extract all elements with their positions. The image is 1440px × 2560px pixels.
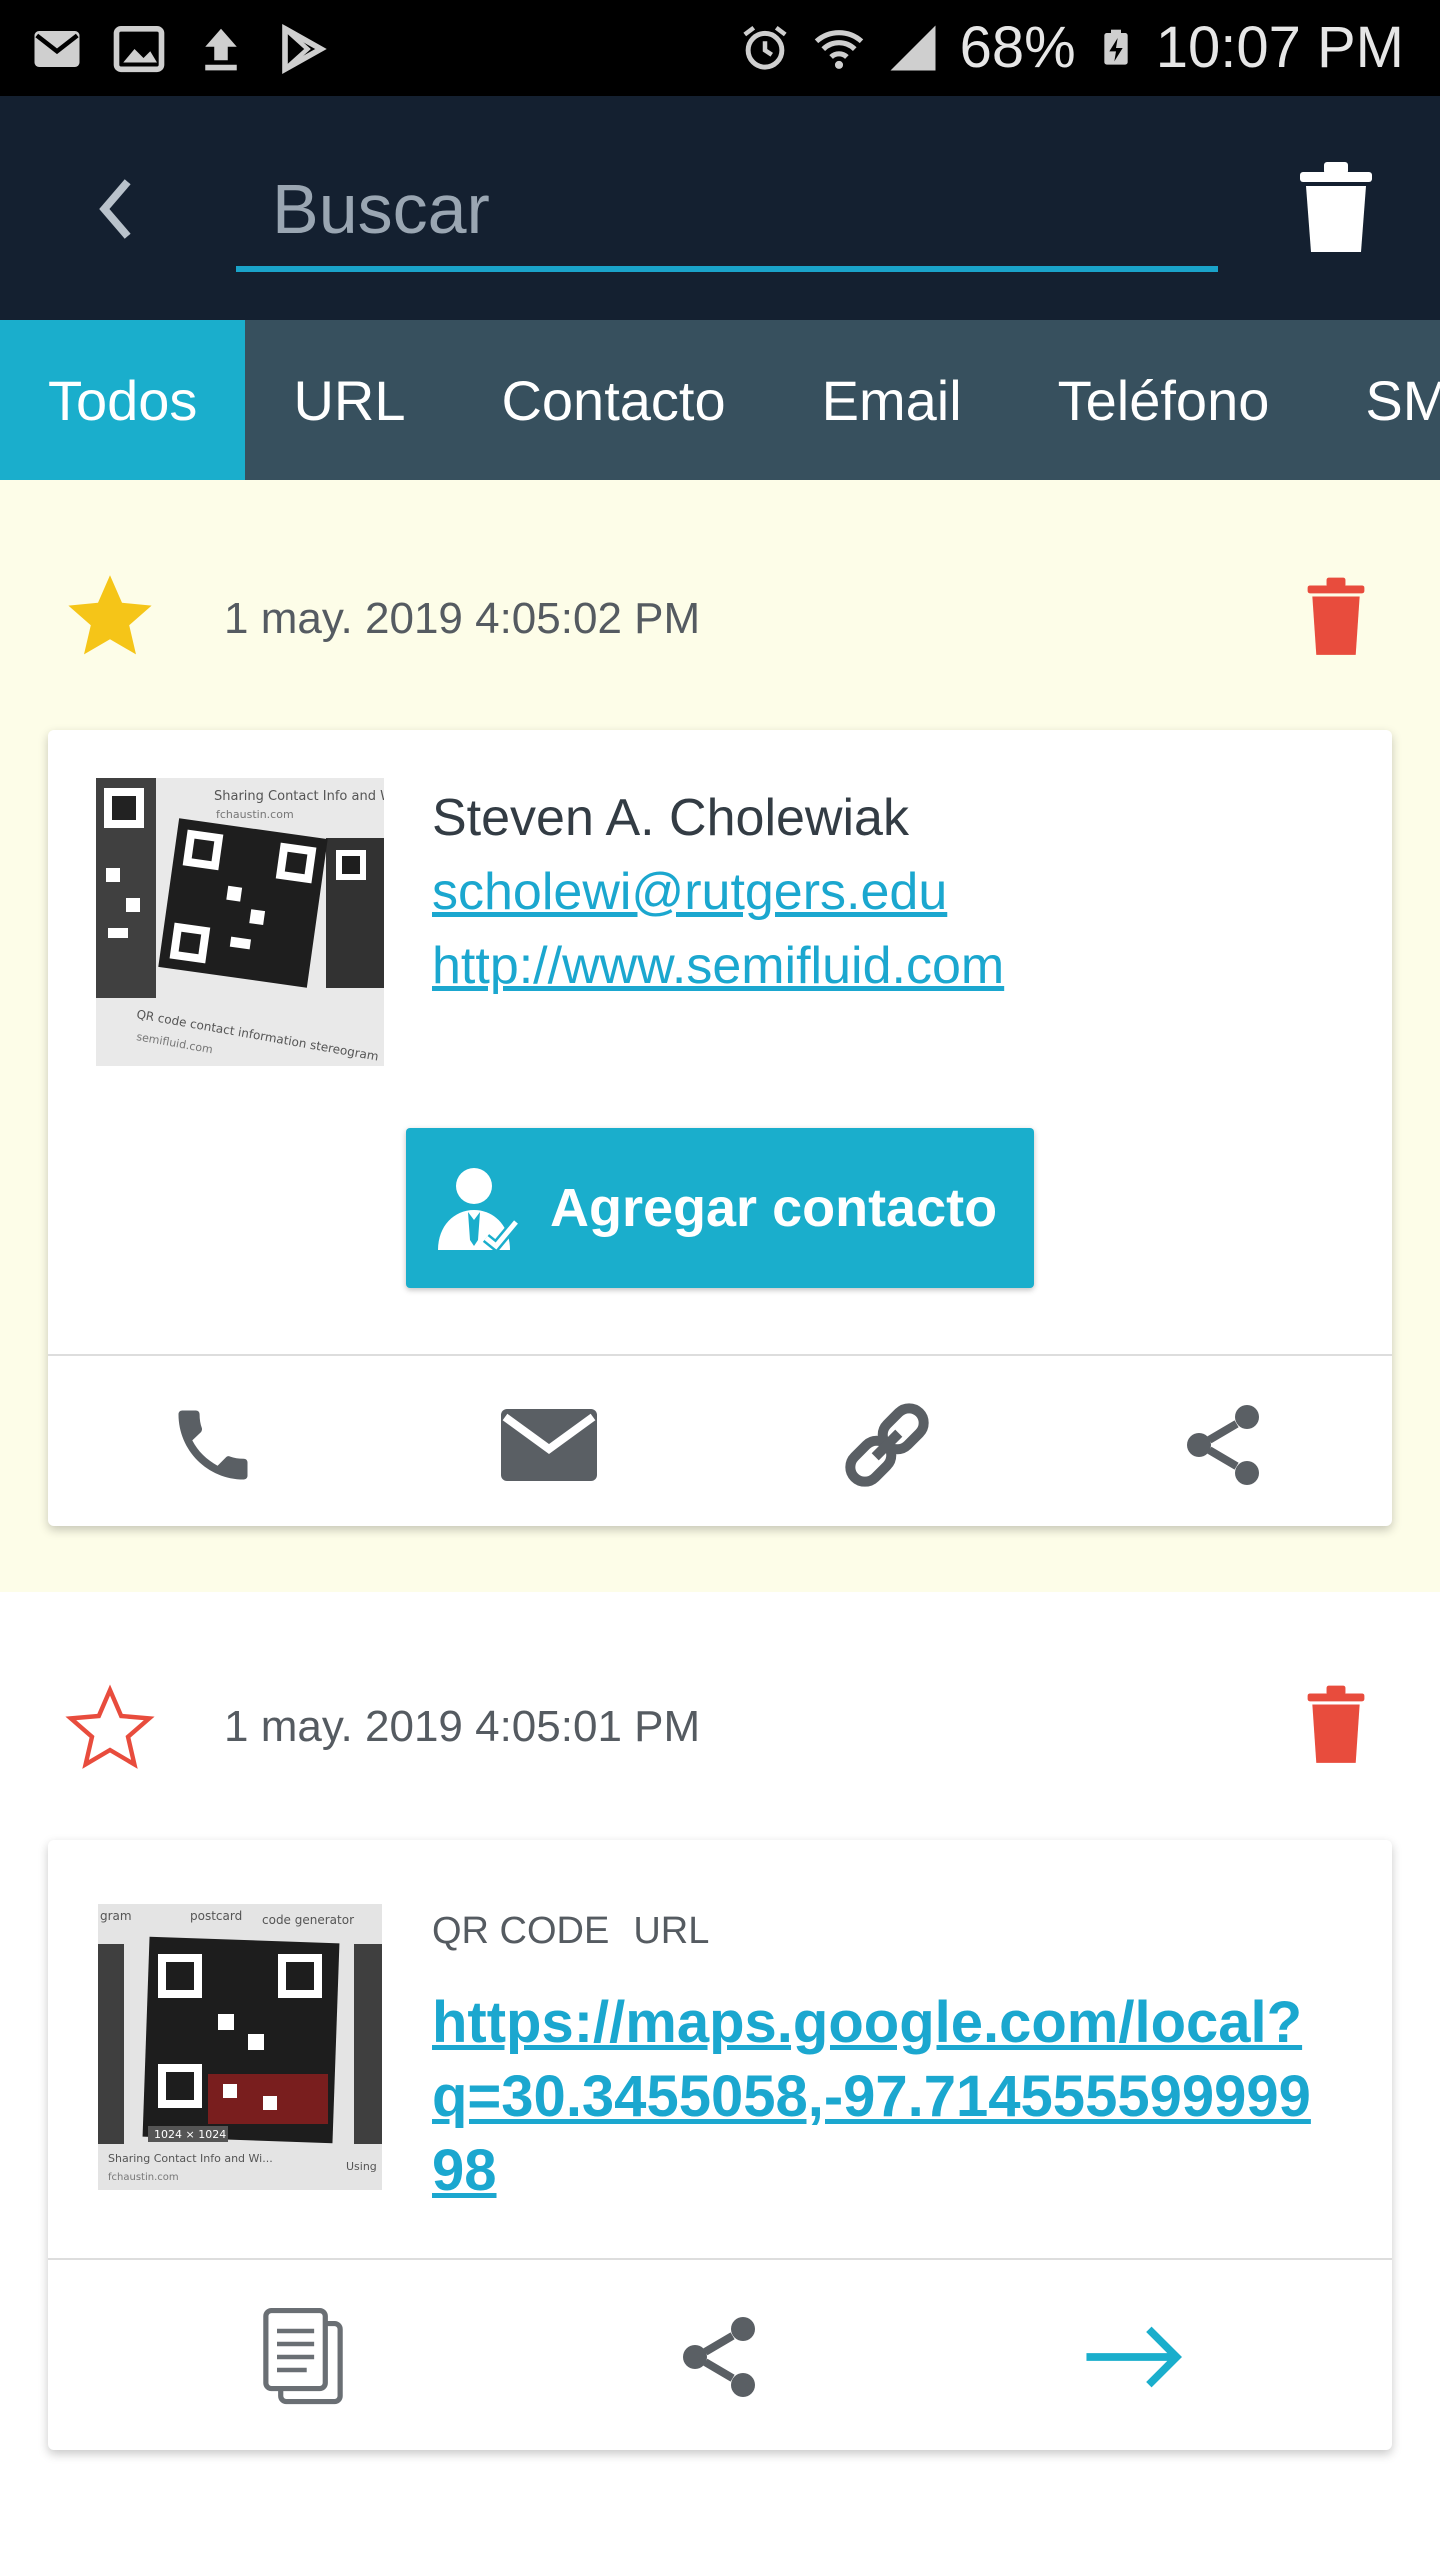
share-button[interactable] <box>1158 1390 1288 1500</box>
clock: 10:07 PM <box>1155 15 1404 80</box>
code-type-label: QR CODE <box>432 1910 610 1952</box>
content-format-label: URL <box>633 1910 710 1952</box>
qr-photo: gram postcard code generator 1024 × 1024… <box>98 1904 382 2190</box>
wifi-icon <box>814 30 863 69</box>
link-icon <box>845 1403 929 1487</box>
tab-sms[interactable]: SMS <box>1317 320 1440 480</box>
tab-todos[interactable]: Todos <box>0 320 246 480</box>
card-divider <box>48 2258 1392 2260</box>
gallery-icon <box>113 25 165 73</box>
qr-thumbnail[interactable]: gram postcard code generator 1024 × 1024… <box>98 1904 382 2190</box>
add-contact-button[interactable]: Agregar contacto <box>406 1128 1034 1288</box>
url-card: gram postcard code generator 1024 × 1024… <box>48 1840 1392 2450</box>
thumb-caption-size: 1024 × 1024 <box>154 2128 226 2141</box>
phone-icon <box>178 1410 248 1480</box>
send-email-button[interactable] <box>484 1390 614 1500</box>
entry-timestamp: 1 may. 2019 4:05:02 PM <box>224 594 701 643</box>
thumb-caption-right2: Using <box>346 2160 377 2173</box>
tab-contacto[interactable]: Contacto <box>453 320 773 480</box>
thumb-caption-bottom: Sharing Contact Info and Wi... <box>108 2152 273 2165</box>
favorite-star-outline-icon[interactable] <box>60 1680 160 1776</box>
history-entry-contact: 1 may. 2019 4:05:02 PM Sharing Contact I… <box>0 480 1440 1592</box>
upload-icon <box>205 28 237 71</box>
add-contact-label: Agregar contacto <box>550 1178 998 1238</box>
system-status: 68% 10:07 PM <box>738 14 1404 82</box>
copy-button[interactable] <box>238 2292 368 2422</box>
url-link[interactable]: https://maps.google.com/local?q=30.34550… <box>432 1986 1332 2208</box>
contact-email-link[interactable]: scholewi@rutgers.edu <box>432 862 947 922</box>
gmail-icon <box>34 31 80 67</box>
search-field <box>236 152 1218 272</box>
status-bar: 68% 10:07 PM <box>0 0 1440 96</box>
qr-photo: Sharing Contact Info and Wi fchaustin.co… <box>96 778 384 1066</box>
alarm-icon <box>743 25 787 70</box>
email-icon <box>501 1409 597 1481</box>
tab-email[interactable]: Email <box>774 320 1010 480</box>
chevron-left-icon <box>99 179 131 239</box>
thumb-caption-top: Sharing Contact Info and Wi <box>214 789 384 804</box>
play-store-icon <box>282 23 327 75</box>
share-button[interactable] <box>654 2292 784 2422</box>
copy-icon <box>263 2307 343 2405</box>
qr-thumbnail[interactable]: Sharing Contact Info and Wi fchaustin.co… <box>96 778 384 1066</box>
open-link-button[interactable] <box>822 1390 952 1500</box>
tab-url[interactable]: URL <box>245 320 453 480</box>
back-button[interactable] <box>80 154 152 264</box>
history-entry-url: 1 may. 2019 4:05:01 PM gram postcard cod… <box>0 1592 1440 2560</box>
open-arrow-icon <box>1086 2326 1182 2388</box>
notification-icons <box>30 22 330 76</box>
delete-entry-button[interactable] <box>1304 576 1368 658</box>
search-input[interactable] <box>236 152 1218 266</box>
thumb-caption-right: code generator <box>262 1913 354 1927</box>
delete-all-button[interactable] <box>1296 160 1376 256</box>
app-bar <box>0 96 1440 320</box>
entry-timestamp: 1 may. 2019 4:05:01 PM <box>224 1702 701 1751</box>
battery-charging-icon <box>1104 29 1128 65</box>
signal-icon <box>890 25 936 71</box>
thumb-caption-site: fchaustin.com <box>108 2172 179 2183</box>
share-icon <box>683 2317 755 2397</box>
filter-tabs: Todos URL Contacto Email Teléfono SMS <box>0 320 1440 480</box>
entry-meta: QR CODE URL <box>432 1910 709 1953</box>
open-url-button[interactable] <box>1070 2292 1200 2422</box>
thumb-caption-left: gram <box>100 1909 132 1923</box>
delete-entry-button[interactable] <box>1304 1684 1368 1766</box>
share-icon <box>1187 1405 1259 1485</box>
favorite-star-filled-icon[interactable] <box>60 568 160 664</box>
contact-name: Steven A. Cholewiak <box>432 789 909 847</box>
thumb-caption-mid: postcard <box>190 1909 242 1923</box>
tab-telefono[interactable]: Teléfono <box>1010 320 1318 480</box>
contact-card: Sharing Contact Info and Wi fchaustin.co… <box>48 730 1392 1526</box>
thumb-caption-site: fchaustin.com <box>216 808 294 821</box>
call-button[interactable] <box>148 1390 278 1500</box>
battery-percent: 68% <box>959 15 1076 80</box>
contact-website-link[interactable]: http://www.semifluid.com <box>432 936 1004 996</box>
add-contact-icon <box>438 1168 520 1253</box>
card-divider <box>48 1354 1392 1356</box>
